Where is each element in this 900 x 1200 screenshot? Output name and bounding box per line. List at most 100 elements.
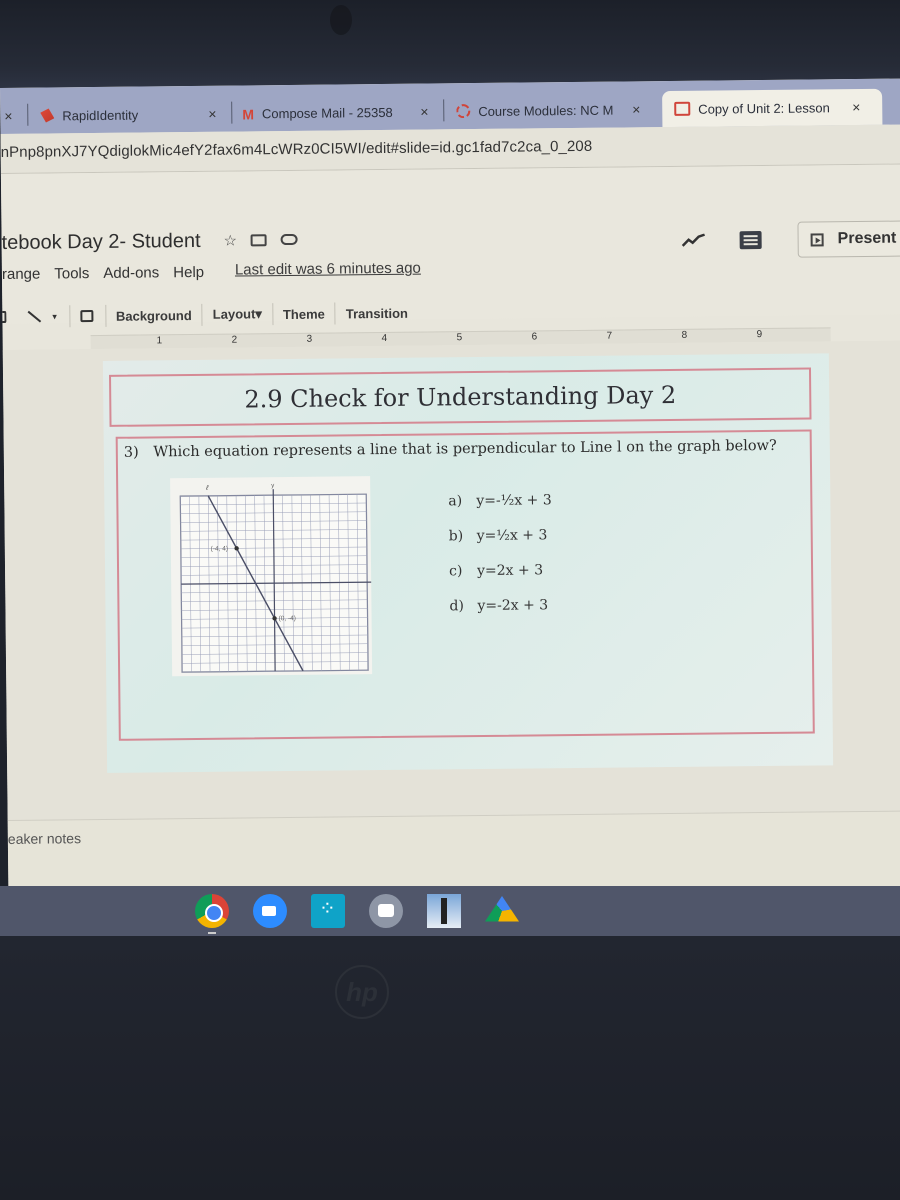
ruler-mark: 1 [156,335,163,347]
menu-help[interactable]: Help [173,264,204,281]
choice-letter: c) [449,563,463,580]
rapididentity-icon [40,108,54,122]
question-prompt: Which equation represents a line that is… [153,437,777,461]
ruler-mark: 6 [531,331,538,343]
laptop-bezel-bottom [0,936,900,1200]
insert-comment-icon[interactable] [79,310,93,323]
transition-button[interactable]: Transition [346,305,408,321]
menu-tools[interactable]: Tools [54,265,89,282]
chrome-icon[interactable] [195,894,229,934]
ruler-mark: 7 [606,330,613,342]
url-text[interactable]: nPnp8pnXJ7YQdiglokMic4efY2fax6m4LcWRz0CI… [1,138,593,161]
toolbar-divider [68,305,71,328]
theme-button[interactable]: Theme [283,306,325,321]
tab-partial[interactable]: × [2,98,29,134]
coordinate-graph: xyℓ(-4, 4)(0, -4) [179,483,378,673]
webcam [330,5,352,35]
tab-copy-of-unit-2[interactable]: Copy of Unit 2: Lesson × [662,88,883,128]
photo-app-icon[interactable] [427,894,461,928]
speaker-notes-placeholder: eaker notes [7,830,82,847]
line-l-label: ℓ [205,485,209,492]
toolbar-divider [271,303,274,326]
toolbar-divider [104,304,107,327]
tab-label: Compose Mail - 25358 [261,104,393,121]
ruler-mark: 4 [381,332,388,345]
choice-a: a) y=-½x + 3 [448,492,552,528]
choice-equation: y=½x + 3 [476,527,548,545]
os-shelf [0,886,900,936]
answer-choices: a) y=-½x + 3 b) y=½x + 3 c) y=2x + 3 d) … [448,492,553,633]
layout-button[interactable]: Layout▾ [213,306,262,323]
choice-letter: d) [449,598,464,615]
ruler-mark: 9 [756,329,763,341]
tab-label: RapidIdentity [62,107,139,123]
slide-canvas-area: 2.9 Check for Understanding Day 2 3) Whi… [2,340,900,820]
star-icon[interactable]: ☆ [224,232,238,250]
shape-tool-icon[interactable] [0,310,7,324]
camera-icon[interactable] [369,894,403,928]
choice-d: d) y=-2x + 3 [449,597,553,633]
y-axis-label: y [271,483,274,489]
choice-equation: y=2x + 3 [477,562,544,580]
comments-icon[interactable] [739,231,762,250]
choice-c: c) y=2x + 3 [449,562,553,598]
menu-arrange[interactable]: range [2,266,41,283]
question-box[interactable]: 3) Which equation represents a line that… [115,429,815,741]
coordinate-graph-image[interactable]: xyℓ(-4, 4)(0, -4) [170,476,378,677]
present-play-icon [810,232,824,247]
choice-equation: y=-½x + 3 [476,492,552,510]
close-tab-icon[interactable]: × [632,101,640,117]
tab-label: Course Modules: NC M [478,102,614,119]
tab-separator [231,101,233,124]
point-label: (-4, 4) [211,545,228,552]
dots-app-icon[interactable] [311,894,345,928]
question-number: 3) [123,444,139,461]
hp-logo: hp [335,965,389,1019]
present-button[interactable]: Present [797,220,900,258]
line-tool-icon[interactable] [27,310,42,323]
drive-icon[interactable] [485,896,519,922]
tab-label: Copy of Unit 2: Lesson [698,99,830,117]
slide-title: 2.9 Check for Understanding Day 2 [244,380,677,414]
last-edit-link[interactable]: Last edit was 6 minutes ago [235,260,421,279]
toolbar-divider [334,302,336,325]
toolbar-divider [201,303,203,326]
close-tab-icon[interactable]: × [420,104,428,120]
tab-course-modules[interactable]: Course Modules: NC M × [448,91,656,129]
document-title[interactable]: tebook Day 2- Student [2,230,201,255]
close-tab-icon[interactable]: × [208,106,216,122]
ruler-mark: 3 [306,333,313,345]
canvas-icon [456,104,471,119]
choice-letter: b) [448,528,464,545]
ruler-mark: 2 [231,334,238,346]
slide[interactable]: 2.9 Check for Understanding Day 2 3) Whi… [102,353,834,773]
choice-letter: a) [448,493,463,510]
line-dropdown-caret[interactable]: ▾ [52,311,57,322]
running-indicator [208,932,216,934]
zoom-icon[interactable] [253,894,287,928]
cloud-status-icon[interactable] [280,233,299,246]
slide-title-box[interactable]: 2.9 Check for Understanding Day 2 [109,367,812,427]
present-label: Present [837,229,897,248]
screen: × RapidIdentity × M Compose Mail - 25358… [0,78,900,938]
tab-compose-mail[interactable]: M Compose Mail - 25358 × [234,93,445,131]
ruler-mark: 5 [456,332,463,344]
title-icons: ☆ [224,231,299,250]
point-label: (0, -4) [279,615,296,622]
ruler-mark: 8 [681,329,688,341]
activity-trend-icon[interactable] [681,233,706,248]
tab-rapididentity[interactable]: RapidIdentity × [32,96,233,134]
header-right-tools: Present [681,220,900,258]
tab-separator [443,99,445,122]
menu-add-ons[interactable]: Add-ons [103,264,159,282]
layout-label: Layout [212,306,256,322]
gmail-icon: M [242,106,255,123]
slides-icon [674,101,691,116]
close-tab-icon[interactable]: × [852,99,860,115]
chevron-down-icon: ▾ [255,306,262,322]
move-to-folder-icon[interactable] [250,234,268,247]
background-button[interactable]: Background [116,308,192,324]
close-tab-icon[interactable]: × [4,108,12,124]
choice-b: b) y=½x + 3 [449,527,553,563]
menu-bar: range Tools Add-ons Help [2,264,218,283]
